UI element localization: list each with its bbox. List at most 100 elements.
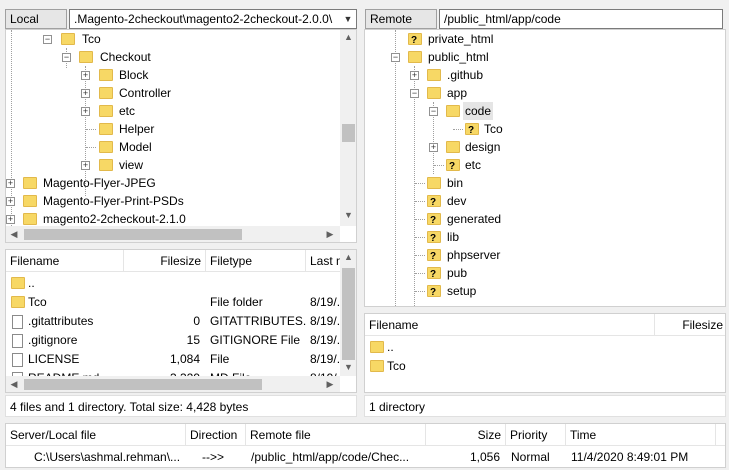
remote-file-list[interactable]: Filename Filesize .. Tco	[364, 313, 726, 393]
tree-item[interactable]: pub	[365, 264, 705, 284]
tree-item[interactable]: generated	[365, 210, 705, 230]
tree-item[interactable]: − public_html	[365, 48, 705, 66]
column-priority[interactable]: Priority	[506, 424, 566, 446]
file-row[interactable]: .gitattributes 0 GITATTRIBUTES... 8/19/.…	[6, 312, 340, 331]
local-directory-tree[interactable]: − Tco − Checkout + Block + Controller + …	[5, 29, 357, 243]
question-folder-icon	[427, 248, 441, 266]
expand-icon[interactable]: +	[6, 215, 15, 224]
column-filetype[interactable]: Filetype	[206, 250, 306, 272]
tree-item[interactable]: + design	[365, 138, 705, 156]
collapse-icon[interactable]: −	[410, 89, 419, 98]
local-tree-vscroll[interactable]: ▲ ▼	[340, 30, 356, 226]
local-site-bar: Local site: .Magento-2checkout\magento2-…	[0, 6, 360, 44]
tree-item[interactable]: + Magento-Flyer-Print-PSDs	[6, 192, 336, 210]
tree-item[interactable]: phpserver	[365, 246, 705, 266]
remote-directory-tree[interactable]: private_html − public_html + .github − a…	[364, 29, 726, 307]
scroll-thumb[interactable]	[342, 124, 355, 142]
scroll-thumb[interactable]	[24, 229, 242, 240]
scroll-up-icon[interactable]: ▲	[340, 32, 356, 42]
scroll-down-icon[interactable]: ▼	[340, 362, 356, 372]
folder-icon	[11, 277, 25, 289]
transfer-queue[interactable]: Server/Local file Direction Remote file …	[5, 423, 726, 468]
scroll-thumb[interactable]	[342, 268, 355, 360]
scroll-right-icon[interactable]: ▶	[324, 379, 336, 390]
tree-item[interactable]: setup	[365, 282, 705, 302]
expand-icon[interactable]: +	[81, 107, 90, 116]
question-folder-icon	[427, 284, 441, 302]
local-list-hscroll[interactable]: ◀ ▶	[6, 376, 340, 392]
tree-item[interactable]: private_html	[365, 30, 705, 50]
folder-icon	[446, 141, 460, 153]
expand-icon[interactable]: +	[429, 143, 438, 152]
queue-header: Server/Local file Direction Remote file …	[6, 424, 725, 446]
column-filesize[interactable]: Filesize	[124, 250, 206, 272]
column-server-local-file[interactable]: Server/Local file	[6, 424, 186, 446]
expand-icon[interactable]: +	[81, 71, 90, 80]
local-status-bar: 4 files and 1 directory. Total size: 4,4…	[5, 395, 357, 417]
expand-icon[interactable]: +	[410, 71, 419, 80]
collapse-icon[interactable]: −	[62, 53, 71, 62]
tree-item[interactable]: + Magento-Flyer-JPEG	[6, 174, 336, 192]
scroll-thumb[interactable]	[24, 379, 262, 390]
tree-item[interactable]: etc	[365, 156, 705, 176]
column-time[interactable]: Time	[566, 424, 716, 446]
file-row[interactable]: Tco	[365, 357, 725, 376]
remote-status-bar: 1 directory	[364, 395, 726, 417]
tree-item[interactable]: Tco	[365, 120, 705, 140]
collapse-icon[interactable]: −	[429, 107, 438, 116]
folder-icon	[370, 341, 384, 353]
remote-site-bar: Remote site: /public_html/app/code	[362, 6, 726, 44]
expand-icon[interactable]: +	[6, 197, 15, 206]
tree-item[interactable]: dev	[365, 192, 705, 212]
local-site-path-input[interactable]: .Magento-2checkout\magento2-2checkout-2.…	[69, 9, 357, 29]
tree-item[interactable]: Helper	[6, 120, 336, 138]
folder-icon	[23, 195, 37, 207]
folder-icon	[427, 87, 441, 99]
tree-item-selected[interactable]: − code	[365, 102, 705, 120]
scroll-left-icon[interactable]: ◀	[8, 379, 20, 390]
collapse-icon[interactable]: −	[391, 53, 400, 62]
remote-site-path-input[interactable]: /public_html/app/code	[439, 9, 723, 29]
question-folder-icon	[408, 32, 422, 50]
tree-item[interactable]: − app	[365, 84, 705, 102]
folder-icon	[79, 51, 93, 63]
folder-icon	[370, 360, 384, 372]
queue-row[interactable]: C:\Users\ashmal.rehman\... -->> /public_…	[6, 448, 725, 467]
tree-item[interactable]: + Controller	[6, 84, 336, 102]
scroll-up-icon[interactable]: ▲	[340, 252, 356, 262]
folder-icon	[11, 296, 25, 308]
collapse-icon[interactable]: −	[43, 35, 52, 44]
local-file-list[interactable]: Filename Filesize Filetype Last m .. Tco…	[5, 249, 357, 393]
expand-icon[interactable]: +	[6, 179, 15, 188]
file-row[interactable]: ..	[365, 338, 725, 357]
column-filename[interactable]: Filename	[365, 314, 655, 336]
folder-icon	[99, 105, 113, 117]
column-filename[interactable]: Filename	[6, 250, 124, 272]
tree-item[interactable]: lib	[365, 228, 705, 248]
file-row[interactable]: LICENSE 1,084 File 8/19/...	[6, 350, 340, 369]
tree-item[interactable]: − Checkout	[6, 48, 336, 66]
column-filesize[interactable]: Filesize	[655, 314, 725, 336]
chevron-down-icon[interactable]: ▼	[341, 11, 355, 27]
tree-item[interactable]: + Block	[6, 66, 336, 84]
local-tree-hscroll[interactable]: ◀ ▶	[6, 226, 340, 242]
local-list-vscroll[interactable]: ▲ ▼	[340, 250, 356, 376]
scroll-down-icon[interactable]: ▼	[340, 210, 356, 220]
column-direction[interactable]: Direction	[186, 424, 246, 446]
file-row[interactable]: Tco File folder 8/19/...	[6, 293, 340, 312]
expand-icon[interactable]: +	[81, 89, 90, 98]
column-remote-file[interactable]: Remote file	[246, 424, 426, 446]
tree-item[interactable]: bin	[365, 174, 705, 192]
folder-icon	[99, 87, 113, 99]
tree-item[interactable]: Model	[6, 138, 336, 156]
column-size[interactable]: Size	[426, 424, 506, 446]
file-row[interactable]: .gitignore 15 GITIGNORE File 8/19/...	[6, 331, 340, 350]
file-row[interactable]: ..	[6, 274, 340, 293]
tree-item[interactable]: + .github	[365, 66, 705, 84]
scroll-right-icon[interactable]: ▶	[324, 229, 336, 240]
tree-item[interactable]: − Tco	[6, 30, 336, 48]
expand-icon[interactable]: +	[81, 161, 90, 170]
tree-item[interactable]: + view	[6, 156, 336, 174]
scroll-left-icon[interactable]: ◀	[8, 229, 20, 240]
tree-item[interactable]: + etc	[6, 102, 336, 120]
